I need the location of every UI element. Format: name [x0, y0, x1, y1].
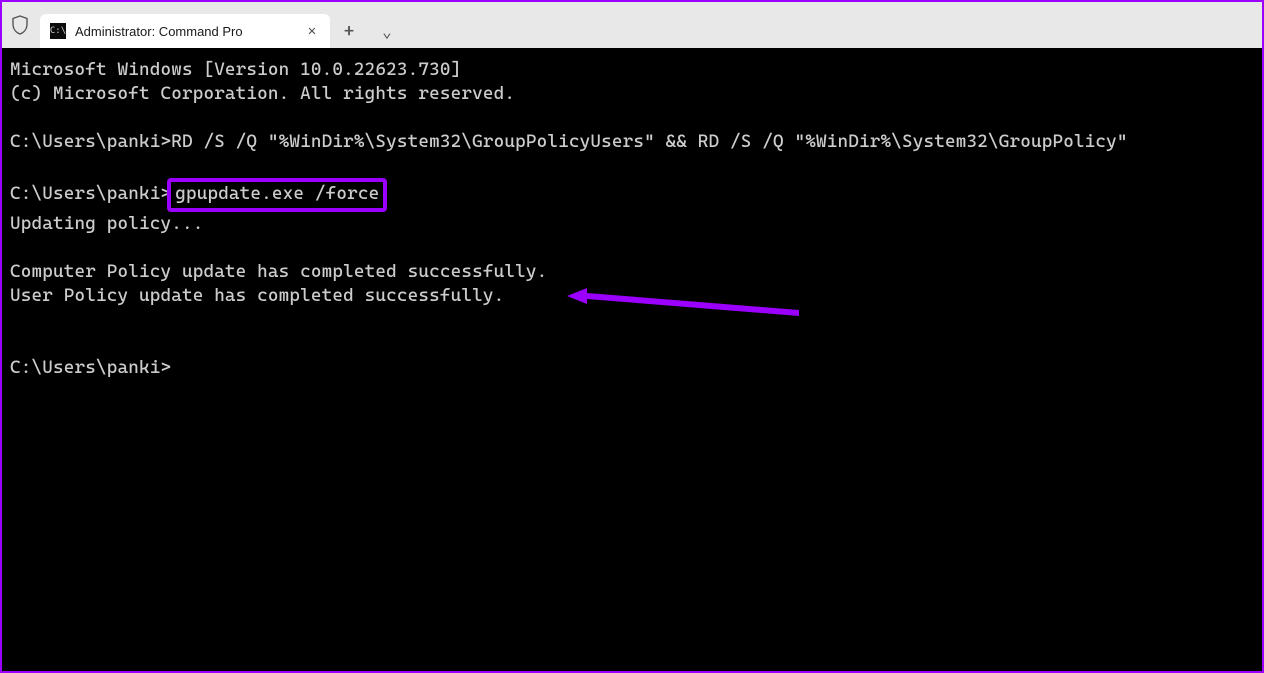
close-icon[interactable]: ✕ — [304, 23, 320, 39]
user-policy-line: User Policy update has completed success… — [10, 285, 504, 306]
computer-policy-line: Computer Policy update has completed suc… — [10, 261, 547, 282]
cmd-icon: C:\ — [50, 23, 66, 39]
terminal-output[interactable]: Microsoft Windows [Version 10.0.22623.73… — [2, 48, 1262, 390]
chevron-down-icon: ⌄ — [382, 22, 392, 41]
command-rd: RD /S /Q "%WinDir%\System32\GroupPolicyU… — [171, 131, 1127, 152]
highlighted-command: gpupdate.exe /force — [167, 178, 387, 212]
plus-icon: + — [344, 21, 355, 42]
shield-icon — [10, 15, 30, 35]
titlebar: C:\ Administrator: Command Pro ✕ + ⌄ — [2, 2, 1262, 48]
new-tab-button[interactable]: + — [330, 14, 368, 48]
tab-title: Administrator: Command Pro — [75, 24, 295, 39]
version-line: Microsoft Windows [Version 10.0.22623.73… — [10, 59, 461, 80]
copyright-line: (c) Microsoft Corporation. All rights re… — [10, 83, 515, 104]
prompt: C:\Users\panki> — [10, 183, 171, 204]
updating-line: Updating policy... — [10, 213, 203, 234]
tab-dropdown-button[interactable]: ⌄ — [368, 14, 406, 48]
prompt: C:\Users\panki> — [10, 131, 171, 152]
prompt: C:\Users\panki> — [10, 357, 171, 378]
tab-active[interactable]: C:\ Administrator: Command Pro ✕ — [40, 14, 330, 48]
